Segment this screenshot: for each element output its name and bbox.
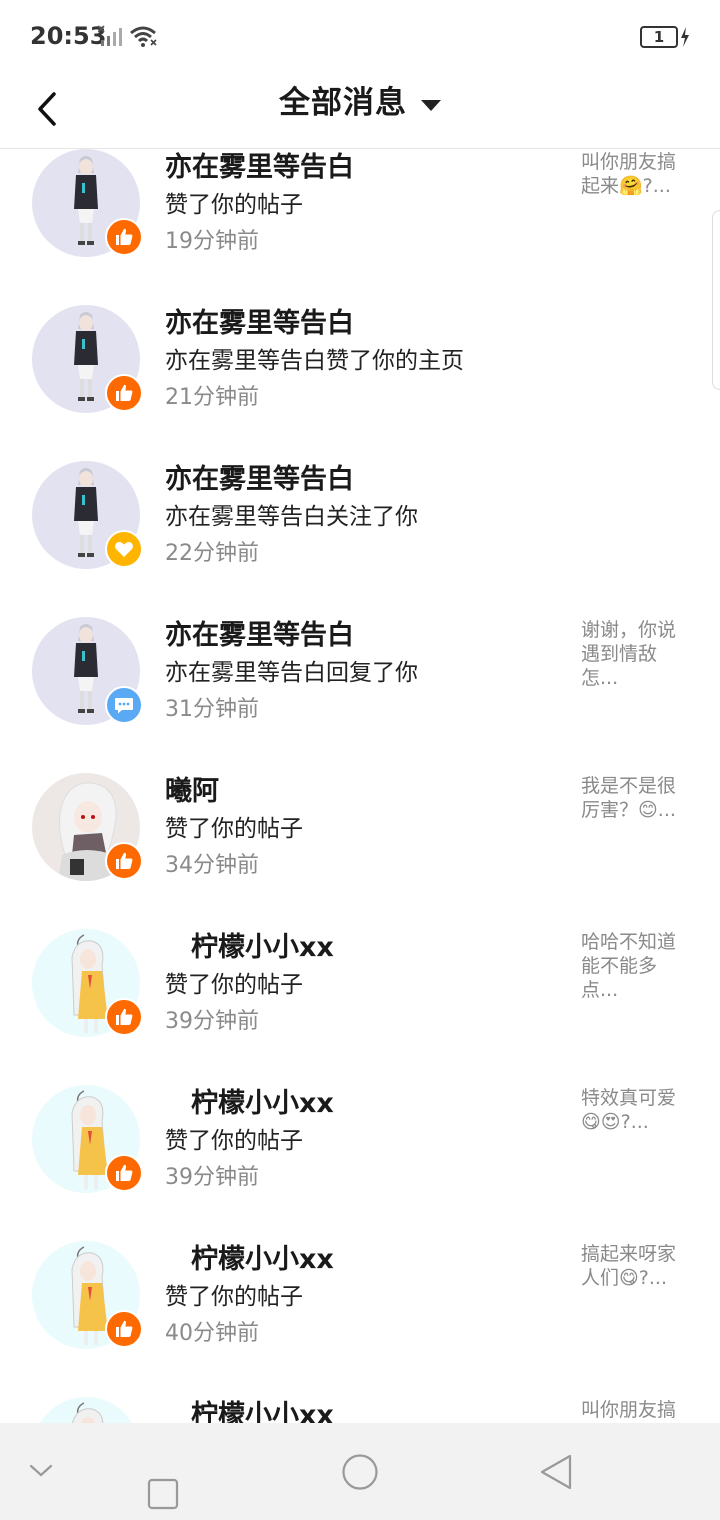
action-text: 赞了你的帖子	[165, 192, 303, 218]
like-icon	[105, 218, 143, 256]
avatar[interactable]	[32, 1397, 140, 1423]
timestamp: 31分钟前	[165, 697, 259, 722]
header: 全部消息	[0, 72, 720, 149]
recents-icon[interactable]	[146, 1477, 182, 1513]
sender-name[interactable]: 曦阿	[165, 769, 219, 808]
post-preview[interactable]: 我是不是很厉害？😊...	[581, 774, 685, 822]
sender-name[interactable]: 亦在雾里等告白	[165, 149, 354, 184]
action-text: 亦在雾里等告白关注了你	[165, 504, 418, 530]
sender-name[interactable]: 亦在雾里等告白	[165, 457, 354, 496]
message-item[interactable]: 亦在雾里等告白亦在雾里等告白赞了你的主页 21分钟前	[0, 301, 720, 457]
timestamp: 19分钟前	[165, 229, 259, 254]
action-text: 亦在雾里等告白赞了你的主页	[165, 348, 464, 374]
message-item[interactable]: 曦阿赞了你的帖子 34分钟前 我是不是很厉害？😊...	[0, 769, 720, 925]
timestamp: 39分钟前	[165, 1009, 259, 1034]
post-preview[interactable]: 特效真可爱😋😍?...	[581, 1086, 685, 1134]
post-preview[interactable]: 搞起来呀家人们😋?...	[581, 1242, 685, 1290]
like-icon	[105, 374, 143, 412]
post-preview[interactable]: 叫你朋友搞	[581, 1398, 685, 1422]
sender-name[interactable]: 亦在雾里等告白	[165, 301, 354, 340]
timestamp: 21分钟前	[165, 385, 259, 410]
timestamp: 34分钟前	[165, 853, 259, 878]
sender-name[interactable]: 柠檬小小xx	[191, 1237, 334, 1276]
timestamp: 22分钟前	[165, 541, 259, 566]
back-icon[interactable]	[538, 1452, 574, 1492]
home-icon[interactable]	[340, 1452, 380, 1492]
page-title: 全部消息	[279, 85, 407, 121]
charging-icon	[681, 27, 689, 47]
title-dropdown[interactable]: 全部消息	[0, 72, 720, 134]
battery-level: 1	[653, 28, 665, 46]
wifi-icon	[130, 26, 157, 47]
status-bar: 20:53 1	[0, 0, 720, 72]
message-list[interactable]: 亦在雾里等告白 赞了你的帖子 19分钟前 叫你朋友搞起来🤗?... 亦在雾里等告白 亦在雾…	[0, 149, 720, 1423]
message-item[interactable]: 亦在雾里等告白赞了你的帖子 19分钟前 叫你朋友搞起来🤗?...	[0, 149, 720, 301]
like-icon	[105, 1310, 143, 1348]
message-item[interactable]: 亦在雾里等告白亦在雾里等告白关注了你 22分钟前	[0, 457, 720, 613]
action-text: 亦在雾里等告白回复了你	[165, 660, 418, 686]
message-item[interactable]: 柠檬小小xx 赞了你的帖子 39分钟前 哈哈不知道能不能多点...	[0, 925, 720, 1081]
like-icon	[105, 1154, 143, 1192]
action-text: 赞了你的帖子	[165, 1128, 303, 1154]
post-preview[interactable]: 叫你朋友搞起来🤗?...	[581, 150, 685, 198]
like-icon	[105, 998, 143, 1036]
message-item[interactable]: 柠檬小小xx 叫你朋友搞	[0, 1393, 720, 1423]
sender-name[interactable]: 柠檬小小xx	[191, 1081, 334, 1120]
timestamp: 40分钟前	[165, 1321, 259, 1346]
post-preview[interactable]: 谢谢，你说遇到情敌怎...	[581, 618, 685, 690]
heart-icon	[105, 530, 143, 568]
status-time: 20:53	[30, 22, 107, 50]
message-item[interactable]: 柠檬小小xx 赞了你的帖子 39分钟前 特效真可爱😋😍?...	[0, 1081, 720, 1237]
post-preview[interactable]: 哈哈不知道能不能多点...	[581, 930, 685, 1002]
caret-down-icon	[421, 100, 441, 111]
sender-name[interactable]: 柠檬小小xx	[191, 925, 334, 964]
message-item[interactable]: 亦在雾里等告白亦在雾里等告白回复了你 31分钟前 谢谢，你说遇到情敌怎...	[0, 613, 720, 769]
action-text: 赞了你的帖子	[165, 972, 303, 998]
signal-icon	[98, 25, 122, 46]
sender-name[interactable]: 亦在雾里等告白	[165, 613, 354, 652]
chat-icon	[105, 686, 143, 724]
action-text: 赞了你的帖子	[165, 816, 303, 842]
navigation-bar	[0, 1423, 720, 1520]
action-text: 赞了你的帖子	[165, 1284, 303, 1310]
timestamp: 39分钟前	[165, 1165, 259, 1190]
sender-name[interactable]: 柠檬小小xx	[191, 1393, 334, 1423]
battery-icon: 1	[640, 26, 692, 48]
collapse-icon[interactable]	[28, 1461, 54, 1481]
like-icon	[105, 842, 143, 880]
message-item[interactable]: 柠檬小小xx 赞了你的帖子 40分钟前 搞起来呀家人们😋?...	[0, 1237, 720, 1393]
